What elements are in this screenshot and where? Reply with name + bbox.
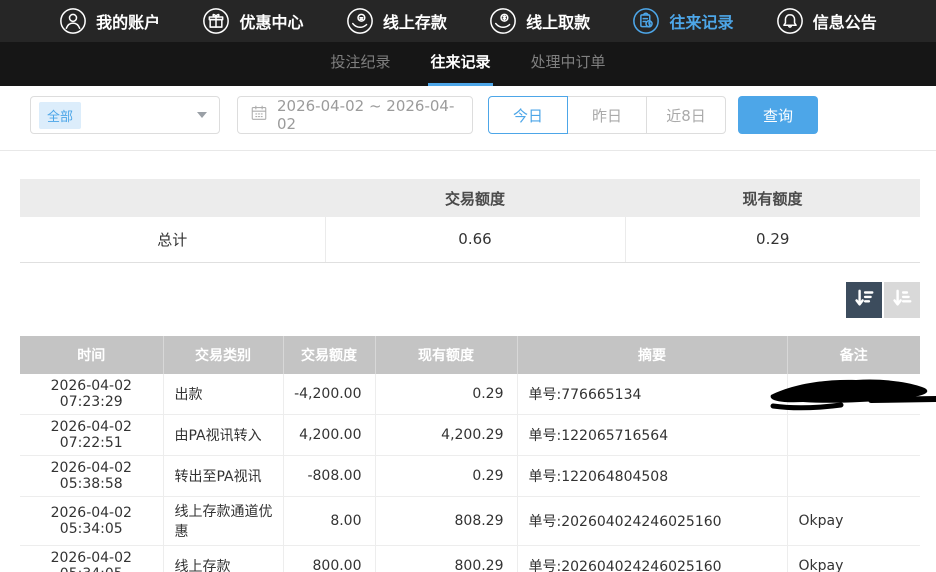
table-row: 2026-04-02 07:22:51 由PA视讯转入 4,200.00 4,2… — [20, 414, 920, 455]
sort-ascending-button[interactable] — [884, 282, 920, 318]
withdraw-icon — [489, 7, 517, 35]
col-header-current-balance: 现有额度 — [375, 336, 517, 374]
user-icon — [59, 7, 87, 35]
quick-date-group: 今日 昨日 近8日 — [488, 96, 726, 134]
divider — [0, 150, 936, 151]
calendar-icon — [250, 104, 268, 126]
filter-bar: 全部 2026-04-02 ~ 2026-04-02 今日 昨日 近8日 查询 — [30, 95, 920, 135]
col-header-time: 时间 — [20, 336, 163, 374]
records-header-row: 时间 交易类别 交易额度 现有额度 摘要 备注 — [20, 336, 920, 374]
col-header-remark: 备注 — [787, 336, 920, 374]
cell-amount: -808.00 — [283, 455, 375, 496]
tab-processing-orders[interactable]: 处理中订单 — [529, 42, 608, 86]
cell-summary: 单号:122065716564 — [517, 414, 787, 455]
cell-amount: 8.00 — [283, 496, 375, 545]
yesterday-button[interactable]: 昨日 — [567, 96, 647, 134]
summary-total-row: 总计 0.66 0.29 — [20, 217, 920, 262]
tab-betting-records[interactable]: 投注纪录 — [328, 42, 392, 86]
sort-descending-icon — [853, 287, 875, 312]
nav-item-transaction-records[interactable]: 往来记录 — [632, 7, 733, 35]
date-range-value: 2026-04-02 ~ 2026-04-02 — [277, 97, 460, 133]
summary-header-current-balance: 现有额度 — [625, 179, 920, 217]
cell-summary: 单号:202604024246025160 — [517, 545, 787, 572]
last-8-days-button[interactable]: 近8日 — [646, 96, 726, 134]
cell-type: 出款 — [163, 374, 283, 415]
deposit-icon — [346, 7, 374, 35]
cell-time: 2026-04-02 05:34:05 — [20, 496, 163, 545]
gift-icon — [202, 7, 230, 35]
cell-amount: -4,200.00 — [283, 374, 375, 415]
cell-summary: 单号:776665134 — [517, 374, 787, 415]
cell-balance: 4,200.29 — [375, 414, 517, 455]
nav-item-label: 我的账户 — [96, 9, 160, 33]
query-button[interactable]: 查询 — [738, 96, 818, 134]
cell-remark — [787, 374, 920, 415]
summary-transaction-total: 0.66 — [325, 217, 625, 262]
cell-type: 由PA视讯转入 — [163, 414, 283, 455]
sub-nav: 投注纪录 往来记录 处理中订单 — [0, 42, 936, 86]
nav-item-label: 优惠中心 — [239, 9, 303, 33]
nav-item-announcements[interactable]: 信息公告 — [776, 7, 877, 35]
cell-remark: Okpay — [787, 496, 920, 545]
summary-table: 交易额度 现有额度 总计 0.66 0.29 — [20, 179, 920, 263]
cell-type: 转出至PA视讯 — [163, 455, 283, 496]
date-range-input[interactable]: 2026-04-02 ~ 2026-04-02 — [237, 96, 473, 134]
nav-item-my-account[interactable]: 我的账户 — [59, 7, 160, 35]
type-select[interactable]: 全部 — [30, 96, 220, 134]
nav-item-label: 线上存款 — [383, 9, 447, 33]
top-nav: 我的账户 优惠中心 线上存款 线上取款 往来记录 信息公告 — [0, 0, 936, 42]
sort-ascending-icon — [891, 287, 913, 312]
summary-header-transaction-amount: 交易额度 — [325, 179, 625, 217]
col-header-transaction-amount: 交易额度 — [283, 336, 375, 374]
cell-balance: 0.29 — [375, 455, 517, 496]
summary-header-blank — [20, 179, 325, 217]
cell-type: 线上存款通道优惠 — [163, 496, 283, 545]
table-row: 2026-04-02 05:38:58 转出至PA视讯 -808.00 0.29… — [20, 455, 920, 496]
tab-transaction-records[interactable]: 往来记录 — [428, 42, 492, 86]
col-header-summary: 摘要 — [517, 336, 787, 374]
type-select-value: 全部 — [39, 102, 81, 129]
cell-summary: 单号:122064804508 — [517, 455, 787, 496]
table-row: 2026-04-02 07:23:29 出款 -4,200.00 0.29 单号… — [20, 374, 920, 415]
records-table: 时间 交易类别 交易额度 现有额度 摘要 备注 2026-04-02 07:23… — [20, 336, 920, 572]
cell-time: 2026-04-02 07:22:51 — [20, 414, 163, 455]
today-button[interactable]: 今日 — [488, 96, 568, 134]
sort-descending-button[interactable] — [846, 282, 882, 318]
cell-time: 2026-04-02 07:23:29 — [20, 374, 163, 415]
chevron-down-icon — [197, 112, 207, 118]
col-header-type: 交易类别 — [163, 336, 283, 374]
table-row: 2026-04-02 05:34:05 线上存款 800.00 800.29 单… — [20, 545, 920, 572]
cell-time: 2026-04-02 05:38:58 — [20, 455, 163, 496]
cell-remark — [787, 414, 920, 455]
cell-time: 2026-04-02 05:34:05 — [20, 545, 163, 572]
cell-balance: 0.29 — [375, 374, 517, 415]
nav-item-label: 信息公告 — [813, 9, 877, 33]
summary-balance-total: 0.29 — [625, 217, 920, 262]
cell-balance: 800.29 — [375, 545, 517, 572]
table-row: 2026-04-02 05:34:05 线上存款通道优惠 8.00 808.29… — [20, 496, 920, 545]
cell-type: 线上存款 — [163, 545, 283, 572]
summary-total-label: 总计 — [20, 217, 325, 262]
nav-item-label: 往来记录 — [669, 9, 733, 33]
nav-item-promotions[interactable]: 优惠中心 — [202, 7, 303, 35]
announcement-bell-icon — [776, 7, 804, 35]
cell-balance: 808.29 — [375, 496, 517, 545]
cell-remark — [787, 455, 920, 496]
nav-item-label: 线上取款 — [526, 9, 590, 33]
summary-header-row: 交易额度 现有额度 — [20, 179, 920, 217]
sort-toolbar — [0, 282, 920, 318]
cell-amount: 4,200.00 — [283, 414, 375, 455]
cell-summary: 单号:202604024246025160 — [517, 496, 787, 545]
cell-remark: Okpay — [787, 545, 920, 572]
records-icon — [632, 7, 660, 35]
nav-item-withdraw[interactable]: 线上取款 — [489, 7, 590, 35]
cell-amount: 800.00 — [283, 545, 375, 572]
nav-item-deposit[interactable]: 线上存款 — [346, 7, 447, 35]
